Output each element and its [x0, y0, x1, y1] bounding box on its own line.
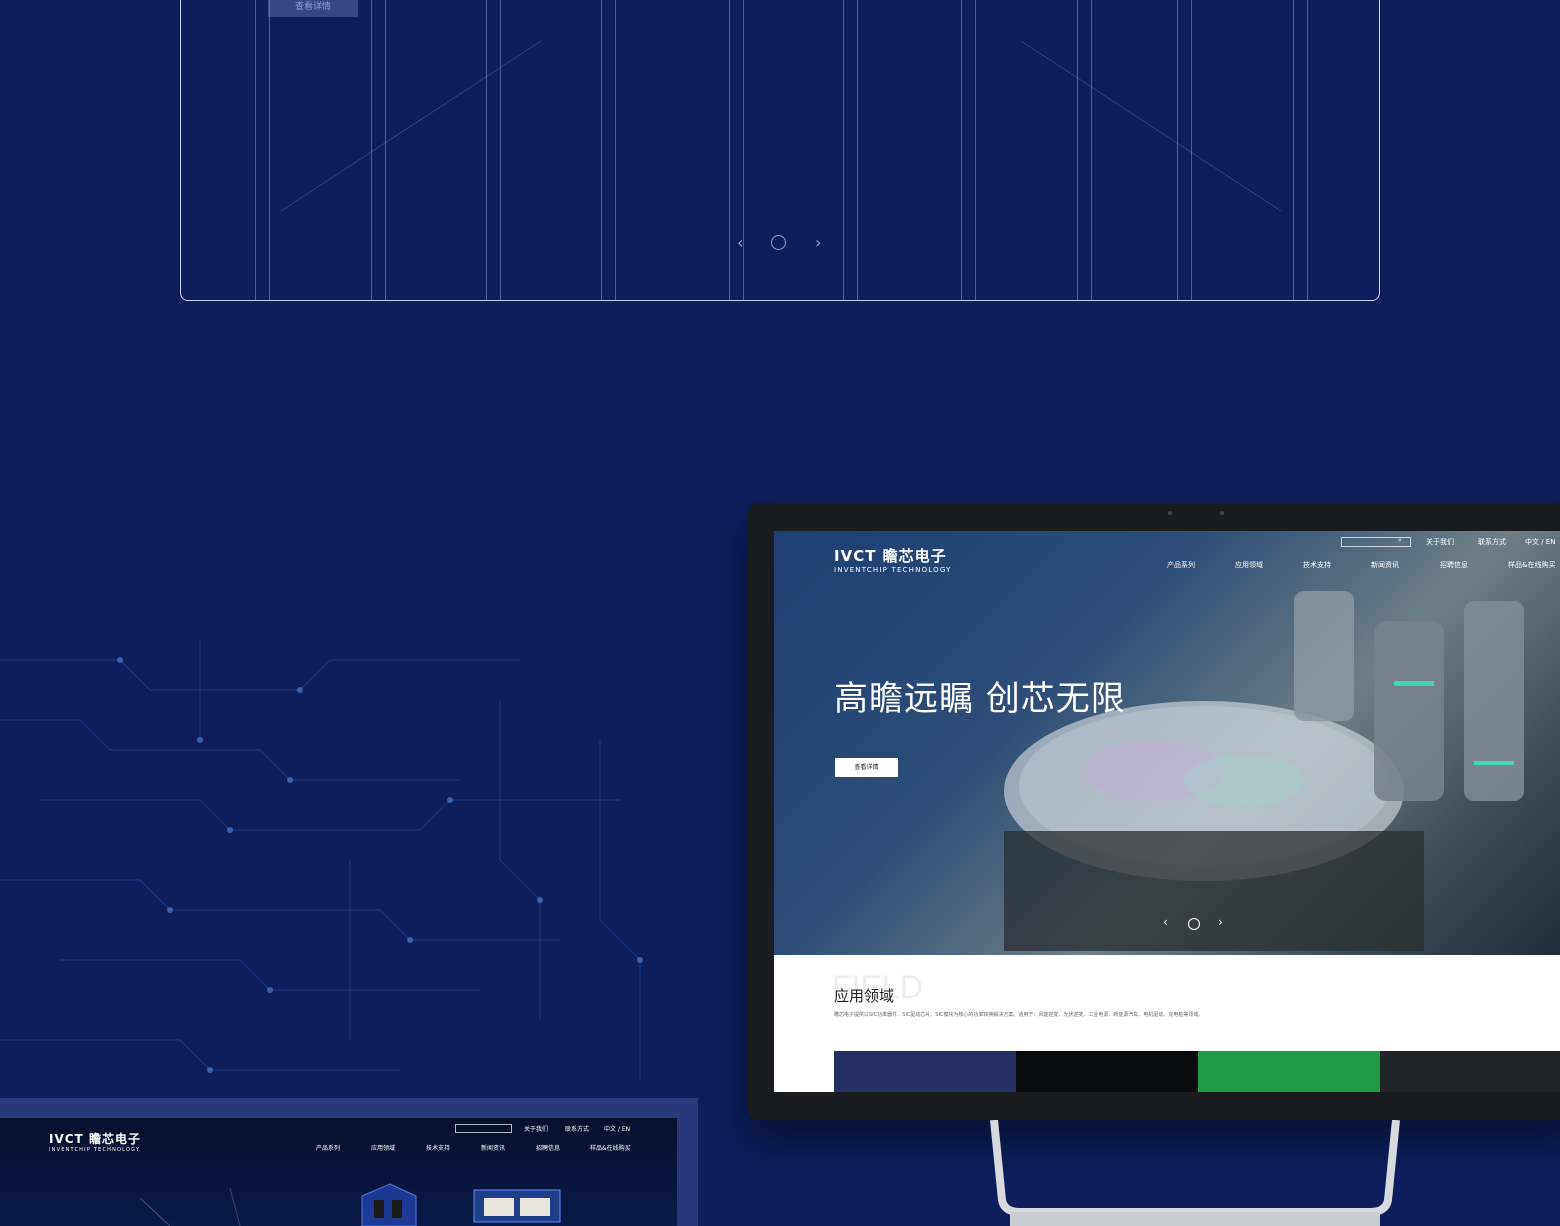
application-tile[interactable]	[1198, 1051, 1380, 1092]
contact-link[interactable]: 联系方式	[1478, 537, 1506, 547]
camera-dot	[1168, 511, 1172, 515]
diagonal-lines	[280, 40, 1282, 212]
logo-subtitle: INVENTCHIP TECHNOLOGY	[834, 566, 952, 574]
product-illustrations	[139, 1183, 561, 1226]
hero-next-icon[interactable]: ›	[1218, 915, 1223, 929]
search-icon[interactable]: ⌕	[1398, 536, 1402, 545]
nav-careers[interactable]: 招聘信息	[1440, 560, 1468, 570]
view-details-button[interactable]: 查看详情	[268, 0, 358, 17]
monitor-frame: IVCT 瞻芯电子 INVENTCHIP TECHNOLOGY ⌕ 关于我们 联…	[748, 503, 1560, 1120]
hero-banner: IVCT 瞻芯电子 INVENTCHIP TECHNOLOGY ⌕ 关于我们 联…	[774, 531, 1560, 955]
nav-applications[interactable]: 应用领域	[1235, 560, 1263, 570]
hero-view-details-button[interactable]: 查看详情	[835, 758, 898, 777]
language-switch[interactable]: 中文 / EN	[1525, 537, 1555, 547]
field-section-title: 应用领域	[834, 987, 895, 1005]
hero-prev-icon[interactable]: ‹	[1163, 915, 1168, 929]
monitor-screen: IVCT 瞻芯电子 INVENTCHIP TECHNOLOGY ⌕ 关于我们 联…	[774, 531, 1560, 1092]
application-tile[interactable]	[834, 1051, 1016, 1092]
application-tile[interactable]	[1380, 1051, 1560, 1092]
application-tile[interactable]	[1016, 1051, 1198, 1092]
field-section-description: 瞻芯电子提供以SIC功率器件、SIC驱动芯片、SIC模块为核心的功率转换解决方案…	[834, 1012, 1204, 1018]
monitor-stand	[990, 1120, 1400, 1226]
nav-news[interactable]: 新闻资讯	[1371, 560, 1399, 570]
logo-mark: IVCT	[834, 547, 877, 565]
top-preview-panel: 查看详情 ‹ ›	[180, 0, 1380, 301]
logo-name: 瞻芯电子	[882, 547, 947, 565]
hero-headline: 高瞻远瞩 创芯无限	[834, 679, 1126, 719]
about-link[interactable]: 关于我们	[1426, 537, 1454, 547]
nav-samples-purchase[interactable]: 样品&在线购买	[1508, 560, 1555, 570]
nav-products[interactable]: 产品系列	[1167, 560, 1195, 570]
next-slide-icon[interactable]: ›	[815, 233, 821, 252]
sensor-dot	[1220, 511, 1224, 515]
circuit-background	[0, 640, 643, 1080]
wafer-microscope-image	[1004, 591, 1524, 951]
prev-slide-icon[interactable]: ‹	[737, 233, 743, 252]
nav-support[interactable]: 技术支持	[1303, 560, 1331, 570]
slide-indicator[interactable]	[771, 235, 786, 250]
secondary-website-preview: IVCT 瞻芯电子 INVENTCHIP TECHNOLOGY 关于我们 联系方…	[0, 1118, 677, 1226]
hero-slide-indicator[interactable]	[1188, 918, 1200, 930]
brand-logo[interactable]: IVCT 瞻芯电子 INVENTCHIP TECHNOLOGY	[834, 545, 952, 574]
